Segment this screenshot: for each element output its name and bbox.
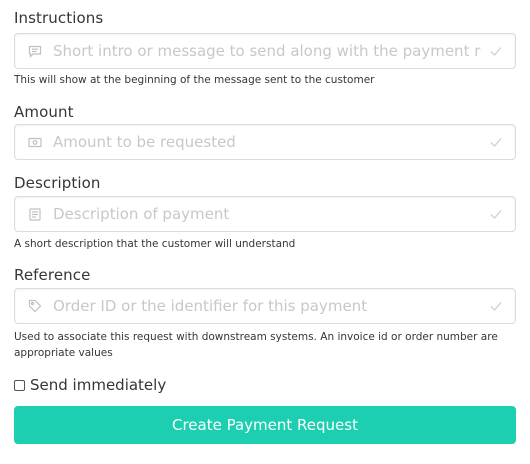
description-field[interactable]: Description of payment [14,196,516,232]
description-label: Description [14,174,101,192]
check-icon [490,138,502,147]
send-immediately-label: Send immediately [30,376,167,394]
amount-input[interactable]: Amount to be requested [53,125,481,159]
reference-label: Reference [14,266,91,284]
send-immediately-option[interactable]: Send immediately [14,374,166,396]
check-icon [490,47,502,56]
description-input[interactable]: Description of payment [53,197,481,231]
instructions-label: Instructions [14,9,104,27]
reference-help-line2: appropriate values [14,347,113,359]
money-icon [27,134,43,150]
amount-label: Amount [14,103,74,121]
instructions-input[interactable]: Short intro or message to send along wit… [53,34,481,68]
amount-field[interactable]: Amount to be requested [14,124,516,160]
reference-input[interactable]: Order ID or the identifier for this paym… [53,289,481,323]
document-icon [27,206,43,222]
check-icon [490,302,502,311]
send-immediately-checkbox[interactable] [14,380,25,391]
check-icon [490,210,502,219]
payment-request-form: Instructions Short intro or message to s… [0,0,530,464]
instructions-help: This will show at the beginning of the m… [14,74,375,86]
description-help: A short description that the customer wi… [14,238,296,250]
message-icon [27,43,43,59]
reference-help-line1: Used to associate this request with down… [14,331,498,343]
instructions-field[interactable]: Short intro or message to send along wit… [14,33,516,69]
tag-icon [27,298,43,314]
reference-field[interactable]: Order ID or the identifier for this paym… [14,288,516,324]
create-payment-request-button[interactable]: Create Payment Request [14,406,516,444]
